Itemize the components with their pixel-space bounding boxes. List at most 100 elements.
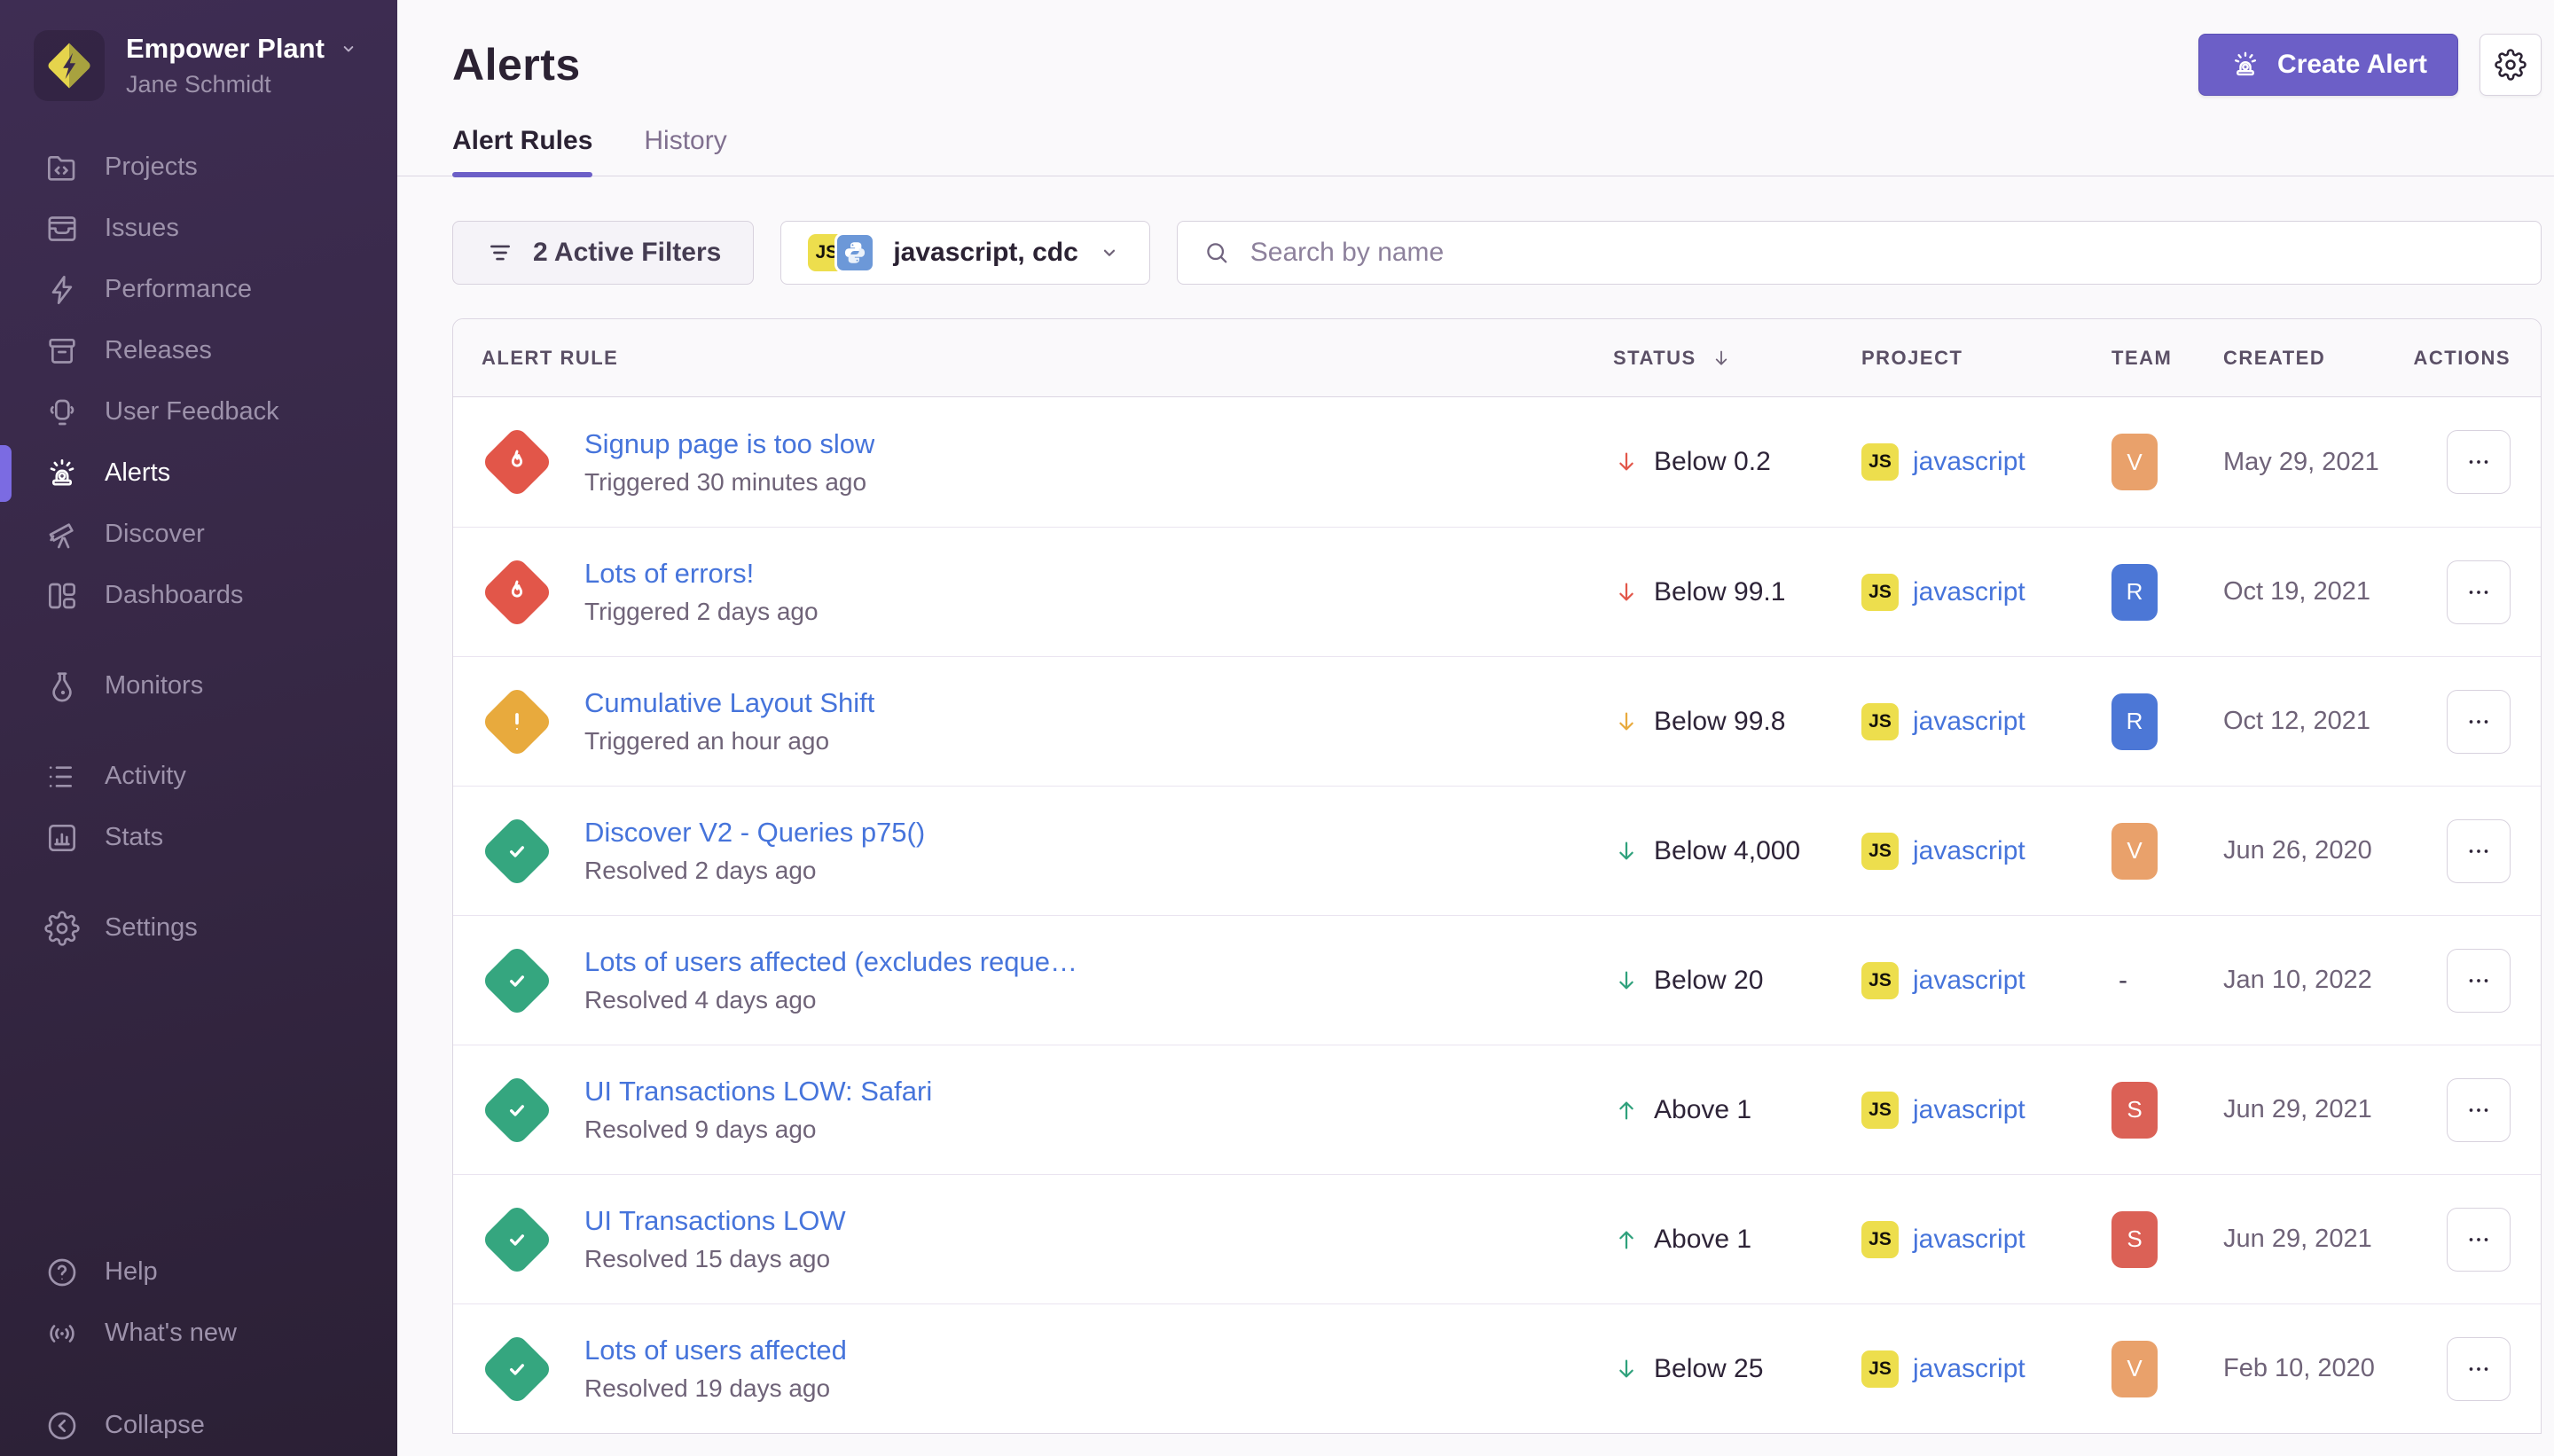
sidebar-item-performance[interactable]: Performance [0, 259, 397, 320]
sidebar-item-stats[interactable]: Stats [0, 807, 397, 868]
status-arrow-icon [1613, 838, 1640, 865]
sidebar-item-issues[interactable]: Issues [0, 198, 397, 259]
status-value: Above 1 [1654, 1225, 1751, 1255]
row-actions-button[interactable] [2447, 430, 2511, 494]
project-link[interactable]: javascript [1913, 707, 2025, 737]
sidebar-collapse-button[interactable]: Collapse [0, 1395, 397, 1456]
project-link[interactable]: javascript [1913, 577, 2025, 607]
row-actions-button[interactable] [2447, 560, 2511, 624]
alert-state-icon [482, 816, 552, 887]
project-link[interactable]: javascript [1913, 836, 2025, 866]
column-header-alert-rule[interactable]: ALERT RULE [453, 347, 1613, 370]
javascript-badge-icon: JS [1861, 703, 1899, 740]
sidebar-item-user-feedback[interactable]: User Feedback [0, 381, 397, 442]
table-row: Lots of users affected Resolved 19 days … [453, 1303, 2541, 1433]
status-value: Below 20 [1654, 966, 1763, 996]
alert-title-link[interactable]: Lots of users affected (excludes reque… [584, 946, 1077, 978]
collapse-label: Collapse [105, 1411, 205, 1440]
table-row: Cumulative Layout Shift Triggered an hou… [453, 656, 2541, 786]
chevron-down-icon [1096, 239, 1123, 266]
javascript-badge-icon: JS [1861, 574, 1899, 611]
sidebar-item-discover[interactable]: Discover [0, 504, 397, 565]
active-filters-button[interactable]: 2 Active Filters [452, 221, 754, 285]
alert-settings-button[interactable] [2480, 34, 2542, 96]
ellipsis-icon [2464, 447, 2494, 477]
team-badge: V [2111, 1341, 2158, 1397]
alert-state-icon [482, 557, 552, 628]
alert-activity: Triggered 30 minutes ago [584, 468, 874, 497]
row-actions-button[interactable] [2447, 1208, 2511, 1272]
column-header-status[interactable]: STATUS [1613, 347, 1861, 370]
alert-title-link[interactable]: Discover V2 - Queries p75() [584, 817, 925, 849]
create-alert-button[interactable]: Create Alert [2198, 34, 2458, 96]
javascript-badge-icon: JS [1861, 1350, 1899, 1388]
team-badge: V [2111, 434, 2158, 490]
alert-state-glyph-icon [499, 1351, 535, 1387]
project-link[interactable]: javascript [1913, 1225, 2025, 1255]
help-icon [44, 1255, 80, 1290]
table-header: ALERT RULE STATUS PROJECT TEAM CREATED A… [453, 319, 2541, 397]
active-filters-label: 2 Active Filters [533, 238, 721, 268]
alert-state-glyph-icon [499, 834, 535, 869]
org-switcher[interactable]: Empower Plant Jane Schmidt [0, 0, 397, 101]
alert-activity: Resolved 19 days ago [584, 1374, 847, 1403]
ellipsis-icon [2464, 836, 2494, 866]
sidebar-item-monitors[interactable]: Monitors [0, 655, 397, 716]
alert-title-link[interactable]: UI Transactions LOW: Safari [584, 1076, 932, 1108]
created-date: Jun 29, 2021 [2223, 1095, 2372, 1123]
table-row: Lots of errors! Triggered 2 days ago Bel… [453, 527, 2541, 656]
column-header-team[interactable]: TEAM [2111, 347, 2223, 370]
table-row: Discover V2 - Queries p75() Resolved 2 d… [453, 786, 2541, 915]
tab-alert-rules[interactable]: Alert Rules [452, 126, 592, 176]
row-actions-button[interactable] [2447, 1337, 2511, 1401]
releases-icon [44, 333, 80, 369]
sort-arrow-icon [1711, 348, 1732, 369]
row-actions-button[interactable] [2447, 819, 2511, 883]
table-row: UI Transactions LOW: Safari Resolved 9 d… [453, 1045, 2541, 1174]
alert-state-glyph-icon [499, 1222, 535, 1257]
sidebar-item-projects[interactable]: Projects [0, 137, 397, 198]
project-link[interactable]: javascript [1913, 1354, 2025, 1384]
search-input[interactable] [1249, 237, 2516, 269]
alert-title-link[interactable]: Signup page is too slow [584, 428, 874, 460]
javascript-badge-icon: JS [1861, 1221, 1899, 1258]
team-badge: S [2111, 1211, 2158, 1268]
created-date: Feb 10, 2020 [2223, 1354, 2375, 1382]
row-actions-button[interactable] [2447, 949, 2511, 1013]
sidebar-item-releases[interactable]: Releases [0, 320, 397, 381]
sidebar-item-help[interactable]: Help [0, 1241, 397, 1303]
alert-state-glyph-icon [499, 575, 535, 610]
status-value: Below 25 [1654, 1354, 1763, 1384]
ellipsis-icon [2464, 577, 2494, 607]
sidebar-item-activity[interactable]: Activity [0, 746, 397, 807]
performance-icon [44, 272, 80, 308]
discover-icon [44, 517, 80, 552]
row-actions-button[interactable] [2447, 690, 2511, 754]
status-value: Below 99.8 [1654, 707, 1785, 737]
alert-title-link[interactable]: Lots of users affected [584, 1335, 847, 1366]
row-actions-button[interactable] [2447, 1078, 2511, 1142]
project-filter-dropdown[interactable]: JS javascript, cdc [780, 221, 1149, 285]
alert-title-link[interactable]: Lots of errors! [584, 558, 819, 590]
project-link[interactable]: javascript [1913, 966, 2025, 996]
team-badge: R [2111, 564, 2158, 621]
status-arrow-icon [1613, 579, 1640, 606]
team-empty: - [2111, 966, 2127, 996]
column-header-project[interactable]: PROJECT [1861, 347, 2111, 370]
tab-history[interactable]: History [644, 126, 726, 176]
table-body: Signup page is too slow Triggered 30 min… [453, 397, 2541, 1433]
alert-state-icon [482, 945, 552, 1016]
project-link[interactable]: javascript [1913, 447, 2025, 477]
sidebar-item-settings[interactable]: Settings [0, 897, 397, 959]
project-link[interactable]: javascript [1913, 1095, 2025, 1125]
projects-icon [44, 150, 80, 185]
alert-title-link[interactable]: UI Transactions LOW [584, 1205, 846, 1237]
alert-title-link[interactable]: Cumulative Layout Shift [584, 687, 874, 719]
sidebar: Empower Plant Jane Schmidt Projects Issu… [0, 0, 397, 1456]
column-header-created[interactable]: CREATED [2223, 347, 2420, 370]
sidebar-item-alerts[interactable]: Alerts [0, 442, 397, 504]
main-content: Alerts Create Alert Alert Rules History … [397, 0, 2554, 1456]
sidebar-item-what-s-new[interactable]: What's new [0, 1303, 397, 1364]
sidebar-item-dashboards[interactable]: Dashboards [0, 565, 397, 626]
alert-state-glyph-icon [499, 1092, 535, 1128]
